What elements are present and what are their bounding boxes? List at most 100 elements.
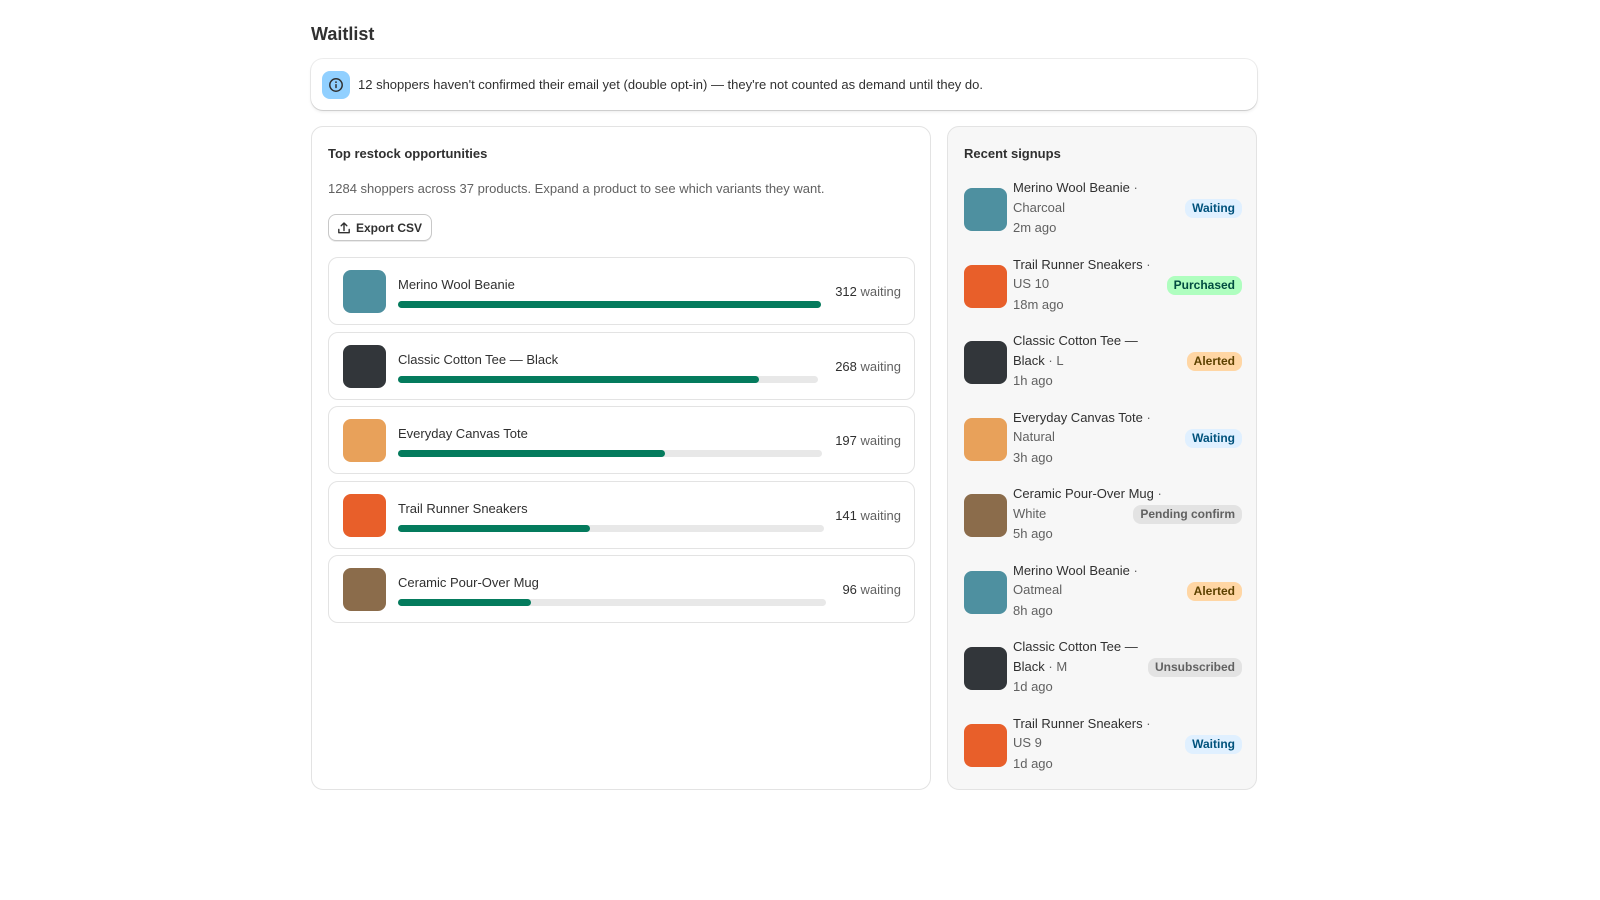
signup-product: Trail Runner Sneakers · US 9 (1013, 714, 1163, 753)
variant-separator: · (1044, 658, 1057, 674)
signup-time: 1d ago (1013, 755, 1053, 771)
banner-text: 12 shoppers haven't confirmed their emai… (358, 77, 983, 92)
signup-item: Ceramic Pour-Over Mug · White 5h ago Pendi… (964, 484, 1242, 554)
signup-product: Classic Cotton Tee — Black · L (1013, 331, 1163, 370)
variant-separator: · (1142, 409, 1151, 425)
signup-item: Trail Runner Sneakers · US 10 18m ago Purc… (964, 255, 1242, 325)
product-thumbnail (964, 647, 1007, 690)
demand-bar-fill (398, 524, 590, 532)
demand-bar (398, 450, 822, 457)
signup-time: 1d ago (1013, 679, 1053, 694)
product-thumbnail (964, 723, 1007, 767)
signup-product-name: Ceramic Pour-Over Mug (1013, 486, 1154, 501)
restock-opportunities-card: Top restock opportunities 1284 shoppers … (311, 126, 931, 790)
product-thumbnail (964, 570, 1007, 614)
demand-bar-fill (398, 301, 821, 308)
signup-variant: US 10 (1013, 276, 1050, 291)
signup-product-name: Trail Runner Sneakers (1013, 256, 1143, 272)
info-icon (322, 71, 350, 99)
signup-product-name: Merino Wool Beanie (1013, 562, 1130, 578)
product-name: Classic Cotton Tee — Black (398, 351, 559, 367)
demand-bar-fill (398, 375, 760, 383)
restock-row[interactable]: Classic Cotton Tee — Black 268 waiting (328, 331, 915, 400)
signup-item: Everyday Canvas Tote · Natural 3h ago Wait… (964, 408, 1242, 478)
status-badge: Purchased (1166, 275, 1242, 295)
signup-time: 8h ago (1013, 602, 1053, 618)
product-thumbnail (343, 344, 386, 388)
restock-row[interactable]: Trail Runner Sneakers 141 waiting (328, 480, 915, 549)
signup-variant: Charcoal (1013, 199, 1066, 215)
waiting-suffix: waiting (860, 284, 901, 299)
restock-card-title: Top restock opportunities (328, 146, 488, 161)
product-thumbnail (343, 568, 386, 611)
status-badge: Alerted (1186, 581, 1242, 601)
signup-variant: White (1013, 505, 1047, 521)
variant-separator: · (1044, 352, 1057, 368)
signup-variant: Natural (1013, 429, 1055, 444)
signup-item: Merino Wool Beanie · Charcoal 2m ago Waiti… (964, 178, 1242, 248)
product-name: Ceramic Pour-Over Mug (398, 575, 539, 590)
signup-item: Merino Wool Beanie · Oatmeal 8h ago Alerte… (964, 561, 1242, 631)
demand-bar (398, 599, 826, 606)
status-badge: Pending confirm (1133, 505, 1242, 524)
product-thumbnail (964, 417, 1007, 461)
product-thumbnail (343, 419, 386, 462)
product-thumbnail (964, 264, 1007, 308)
signup-product-name: Merino Wool Beanie (1013, 180, 1130, 195)
demand-bar-fill (398, 450, 666, 457)
signup-product: Trail Runner Sneakers · US 10 (1013, 255, 1163, 294)
waiting-suffix: waiting (860, 358, 901, 374)
restock-row[interactable]: Everyday Canvas Tote 197 waiting (328, 406, 915, 474)
signup-time: 1h ago (1013, 373, 1053, 388)
variant-separator: · (1153, 486, 1162, 501)
demand-bar (398, 375, 818, 383)
waiting-number: 141 (835, 507, 857, 523)
signup-time: 18m ago (1013, 296, 1064, 312)
signup-item: Trail Runner Sneakers · US 9 1d ago Waitin… (964, 714, 1242, 784)
signup-time: 2m ago (1013, 220, 1057, 235)
product-name: Trail Runner Sneakers (398, 500, 528, 516)
variant-separator: · (1129, 562, 1138, 578)
waiting-count: 141 waiting (835, 508, 901, 523)
signup-product: Merino Wool Beanie · Charcoal (1013, 178, 1163, 217)
status-badge: Waiting (1185, 428, 1242, 448)
signup-product-name: Classic Cotton Tee — Black (1013, 333, 1138, 368)
signup-time: 3h ago (1013, 449, 1053, 465)
export-csv-label: Export CSV (356, 220, 423, 235)
waiting-number: 96 (842, 582, 857, 597)
restock-row[interactable]: Ceramic Pour-Over Mug 96 waiting (328, 555, 915, 623)
status-badge: Waiting (1185, 199, 1242, 218)
waiting-number: 268 (835, 358, 857, 374)
demand-bar (398, 524, 824, 532)
restock-row[interactable]: Merino Wool Beanie 312 waiting (328, 257, 915, 325)
info-banner: 12 shoppers haven't confirmed their emai… (311, 59, 1257, 110)
status-badge: Waiting (1185, 734, 1242, 754)
waiting-suffix: waiting (860, 433, 901, 448)
waiting-count: 96 waiting (842, 582, 901, 597)
demand-bar-fill (398, 599, 531, 606)
status-badge: Unsubscribed (1147, 658, 1242, 677)
signup-variant: L (1056, 352, 1064, 368)
waiting-count: 268 waiting (835, 359, 901, 374)
waiting-suffix: waiting (860, 582, 901, 597)
signup-item: Classic Cotton Tee — Black · L 1h ago Aler… (964, 331, 1242, 401)
recent-signups-card: Recent signups Merino Wool Beanie · Char… (947, 126, 1257, 790)
product-thumbnail (343, 493, 386, 537)
waiting-number: 312 (835, 284, 857, 299)
signup-product: Everyday Canvas Tote · Natural (1013, 408, 1163, 447)
signup-variant: US 9 (1013, 735, 1042, 750)
upload-icon (337, 221, 351, 235)
signup-product-name: Classic Cotton Tee — Black (1013, 639, 1138, 674)
variant-separator: · (1129, 180, 1138, 195)
waiting-number: 197 (835, 433, 857, 448)
signup-product-name: Everyday Canvas Tote (1013, 409, 1143, 425)
restock-card-subtitle: 1284 shoppers across 37 products. Expand… (328, 181, 825, 196)
product-name: Merino Wool Beanie (398, 277, 515, 292)
signup-time: 5h ago (1013, 526, 1053, 541)
waiting-count: 312 waiting (835, 284, 901, 299)
waiting-suffix: waiting (860, 507, 901, 523)
export-csv-button[interactable]: Export CSV (328, 214, 432, 241)
signup-product-name: Trail Runner Sneakers (1013, 715, 1143, 731)
product-thumbnail (964, 494, 1007, 537)
variant-separator: · (1142, 715, 1151, 731)
